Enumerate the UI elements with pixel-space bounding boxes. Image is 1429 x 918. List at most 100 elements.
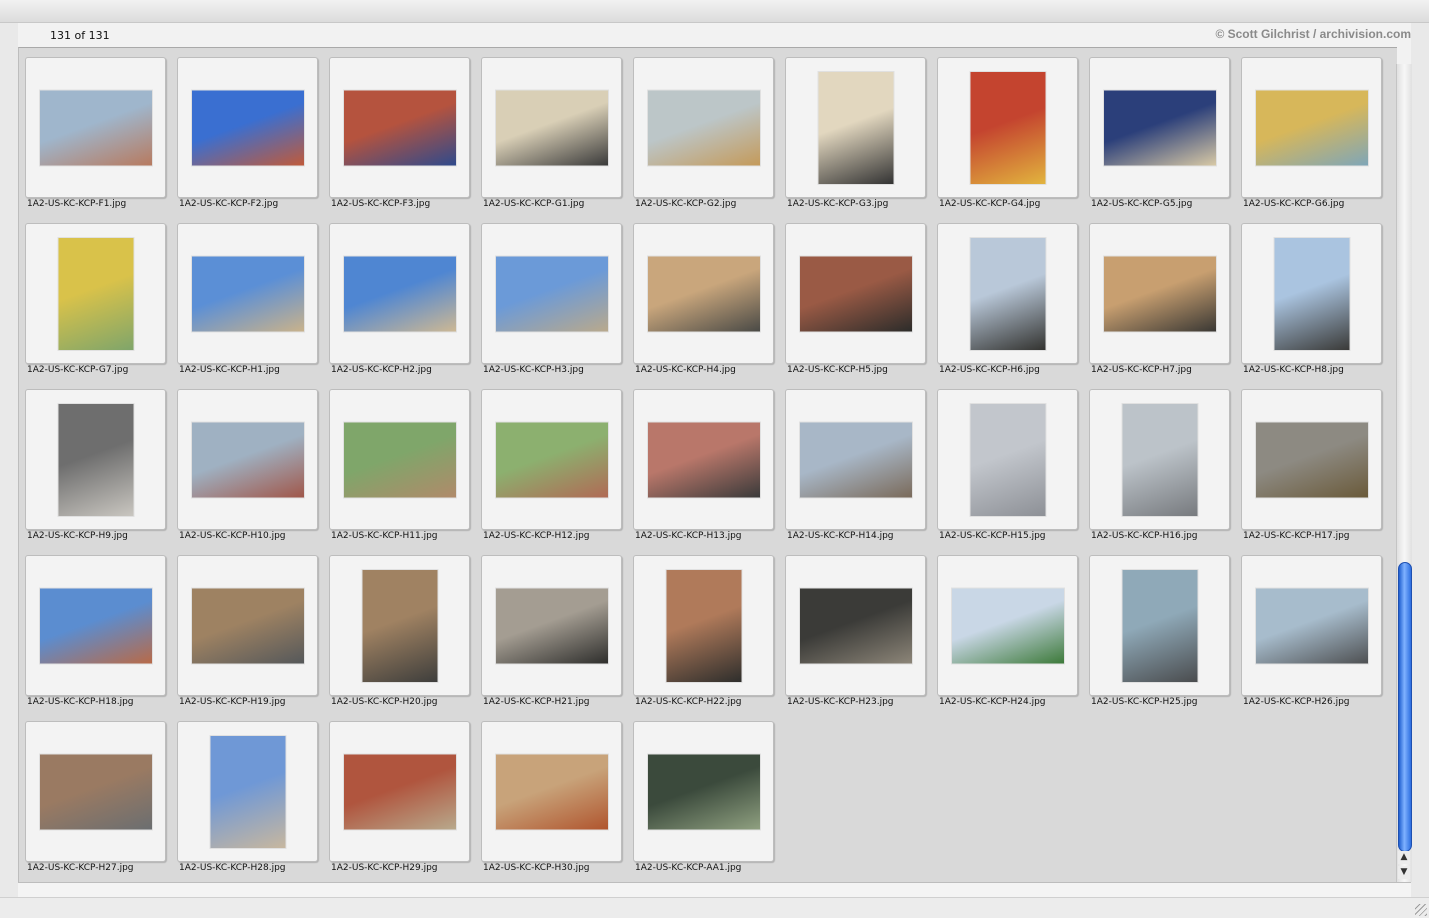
thumbnail-item[interactable]: 1A2-US-KC-KCP-H9.jpg bbox=[19, 380, 171, 546]
thumbnail-image[interactable] bbox=[58, 403, 133, 516]
thumbnail-image[interactable] bbox=[647, 754, 760, 829]
thumbnail-item[interactable]: 1A2-US-KC-KCP-H6.jpg bbox=[931, 214, 1083, 380]
thumbnail-image[interactable] bbox=[191, 422, 304, 497]
thumbnail-item[interactable]: 1A2-US-KC-KCP-H7.jpg bbox=[1083, 214, 1235, 380]
thumbnail-item[interactable]: 1A2-US-KC-KCP-H23.jpg bbox=[779, 546, 931, 712]
thumbnail-frame[interactable] bbox=[785, 223, 926, 364]
thumbnail-item[interactable]: 1A2-US-KC-KCP-H14.jpg bbox=[779, 380, 931, 546]
thumbnail-item[interactable]: 1A2-US-KC-KCP-H10.jpg bbox=[171, 380, 323, 546]
thumbnail-item[interactable]: 1A2-US-KC-KCP-H15.jpg bbox=[931, 380, 1083, 546]
thumbnail-frame[interactable] bbox=[1089, 555, 1230, 696]
thumbnail-item[interactable]: 1A2-US-KC-KCP-AA1.jpg bbox=[627, 712, 779, 878]
thumbnail-frame[interactable] bbox=[25, 721, 166, 862]
thumbnail-item[interactable]: 1A2-US-KC-KCP-H8.jpg bbox=[1235, 214, 1387, 380]
thumbnail-image[interactable] bbox=[495, 256, 608, 331]
thumbnail-item[interactable]: 1A2-US-KC-KCP-H2.jpg bbox=[323, 214, 475, 380]
thumbnail-item[interactable]: 1A2-US-KC-KCP-G3.jpg bbox=[779, 48, 931, 214]
thumbnail-frame[interactable] bbox=[177, 57, 318, 198]
thumbnail-item[interactable]: 1A2-US-KC-KCP-H24.jpg bbox=[931, 546, 1083, 712]
thumbnail-frame[interactable] bbox=[329, 223, 470, 364]
thumbnail-item[interactable]: 1A2-US-KC-KCP-G2.jpg bbox=[627, 48, 779, 214]
thumbnail-item[interactable]: 1A2-US-KC-KCP-G4.jpg bbox=[931, 48, 1083, 214]
thumbnail-frame[interactable] bbox=[481, 57, 622, 198]
thumbnail-item[interactable]: 1A2-US-KC-KCP-H19.jpg bbox=[171, 546, 323, 712]
thumbnail-frame[interactable] bbox=[785, 555, 926, 696]
thumbnail-frame[interactable] bbox=[329, 555, 470, 696]
thumbnail-image[interactable] bbox=[1255, 422, 1368, 497]
thumbnail-item[interactable]: 1A2-US-KC-KCP-H16.jpg bbox=[1083, 380, 1235, 546]
resize-grip-icon[interactable] bbox=[1415, 904, 1427, 916]
thumbnail-item[interactable]: 1A2-US-KC-KCP-F1.jpg bbox=[19, 48, 171, 214]
thumbnail-image[interactable] bbox=[1255, 90, 1368, 165]
thumbnail-image[interactable] bbox=[39, 90, 152, 165]
thumbnail-frame[interactable] bbox=[1241, 223, 1382, 364]
thumbnail-frame[interactable] bbox=[633, 721, 774, 862]
thumbnail-frame[interactable] bbox=[1241, 555, 1382, 696]
thumbnail-frame[interactable] bbox=[481, 223, 622, 364]
thumbnail-frame[interactable] bbox=[329, 721, 470, 862]
thumbnail-frame[interactable] bbox=[25, 555, 166, 696]
scrollbar-thumb[interactable] bbox=[1398, 562, 1412, 852]
thumbnail-item[interactable]: 1A2-US-KC-KCP-H11.jpg bbox=[323, 380, 475, 546]
thumbnail-frame[interactable] bbox=[1089, 223, 1230, 364]
thumbnail-image[interactable] bbox=[799, 422, 912, 497]
thumbnail-image[interactable] bbox=[495, 90, 608, 165]
thumbnail-frame[interactable] bbox=[25, 389, 166, 530]
thumbnail-item[interactable]: 1A2-US-KC-KCP-H22.jpg bbox=[627, 546, 779, 712]
thumbnail-item[interactable]: 1A2-US-KC-KCP-H25.jpg bbox=[1083, 546, 1235, 712]
thumbnail-image[interactable] bbox=[362, 569, 437, 682]
thumbnail-image[interactable] bbox=[191, 256, 304, 331]
thumbnail-item[interactable]: 1A2-US-KC-KCP-H5.jpg bbox=[779, 214, 931, 380]
thumbnail-image[interactable] bbox=[1122, 569, 1197, 682]
thumbnail-image[interactable] bbox=[1103, 90, 1216, 165]
thumbnail-image[interactable] bbox=[799, 256, 912, 331]
thumbnail-image[interactable] bbox=[1122, 403, 1197, 516]
thumbnail-image[interactable] bbox=[647, 90, 760, 165]
thumbnail-image[interactable] bbox=[1255, 588, 1368, 663]
thumbnail-item[interactable]: 1A2-US-KC-KCP-H1.jpg bbox=[171, 214, 323, 380]
thumbnail-image[interactable] bbox=[58, 237, 133, 350]
thumbnail-frame[interactable] bbox=[481, 555, 622, 696]
thumbnail-image[interactable] bbox=[191, 588, 304, 663]
thumbnail-image[interactable] bbox=[970, 237, 1045, 350]
thumbnail-frame[interactable] bbox=[177, 389, 318, 530]
thumbnail-frame[interactable] bbox=[633, 555, 774, 696]
thumbnail-item[interactable]: 1A2-US-KC-KCP-G6.jpg bbox=[1235, 48, 1387, 214]
thumbnail-image[interactable] bbox=[799, 588, 912, 663]
scroll-down-arrow-icon[interactable]: ▼ bbox=[1398, 866, 1410, 879]
scroll-up-arrow-icon[interactable]: ▲ bbox=[1398, 851, 1410, 864]
thumbnail-item[interactable]: 1A2-US-KC-KCP-G1.jpg bbox=[475, 48, 627, 214]
thumbnail-frame[interactable] bbox=[937, 57, 1078, 198]
thumbnail-item[interactable]: 1A2-US-KC-KCP-H27.jpg bbox=[19, 712, 171, 878]
thumbnail-frame[interactable] bbox=[1241, 389, 1382, 530]
thumbnail-item[interactable]: 1A2-US-KC-KCP-H17.jpg bbox=[1235, 380, 1387, 546]
thumbnail-frame[interactable] bbox=[1241, 57, 1382, 198]
thumbnail-item[interactable]: 1A2-US-KC-KCP-H12.jpg bbox=[475, 380, 627, 546]
thumbnail-image[interactable] bbox=[495, 588, 608, 663]
thumbnail-item[interactable]: 1A2-US-KC-KCP-H21.jpg bbox=[475, 546, 627, 712]
thumbnail-frame[interactable] bbox=[633, 57, 774, 198]
thumbnail-image[interactable] bbox=[818, 71, 893, 184]
thumbnail-frame[interactable] bbox=[785, 389, 926, 530]
thumbnail-image[interactable] bbox=[495, 754, 608, 829]
thumbnail-image[interactable] bbox=[666, 569, 741, 682]
thumbnail-image[interactable] bbox=[495, 422, 608, 497]
thumbnail-item[interactable]: 1A2-US-KC-KCP-F3.jpg bbox=[323, 48, 475, 214]
thumbnail-item[interactable]: 1A2-US-KC-KCP-H3.jpg bbox=[475, 214, 627, 380]
thumbnail-image[interactable] bbox=[39, 754, 152, 829]
thumbnail-image[interactable] bbox=[647, 256, 760, 331]
thumbnail-item[interactable]: 1A2-US-KC-KCP-H18.jpg bbox=[19, 546, 171, 712]
thumbnail-item[interactable]: 1A2-US-KC-KCP-H20.jpg bbox=[323, 546, 475, 712]
thumbnail-frame[interactable] bbox=[937, 555, 1078, 696]
thumbnail-image[interactable] bbox=[210, 735, 285, 848]
thumbnail-item[interactable]: 1A2-US-KC-KCP-F2.jpg bbox=[171, 48, 323, 214]
thumbnail-image[interactable] bbox=[970, 71, 1045, 184]
thumbnail-image[interactable] bbox=[970, 403, 1045, 516]
thumbnail-item[interactable]: 1A2-US-KC-KCP-H30.jpg bbox=[475, 712, 627, 878]
thumbnail-frame[interactable] bbox=[25, 223, 166, 364]
thumbnail-image[interactable] bbox=[343, 90, 456, 165]
thumbnail-item[interactable]: 1A2-US-KC-KCP-G7.jpg bbox=[19, 214, 171, 380]
thumbnail-frame[interactable] bbox=[937, 389, 1078, 530]
thumbnail-image[interactable] bbox=[343, 754, 456, 829]
thumbnail-image[interactable] bbox=[1103, 256, 1216, 331]
